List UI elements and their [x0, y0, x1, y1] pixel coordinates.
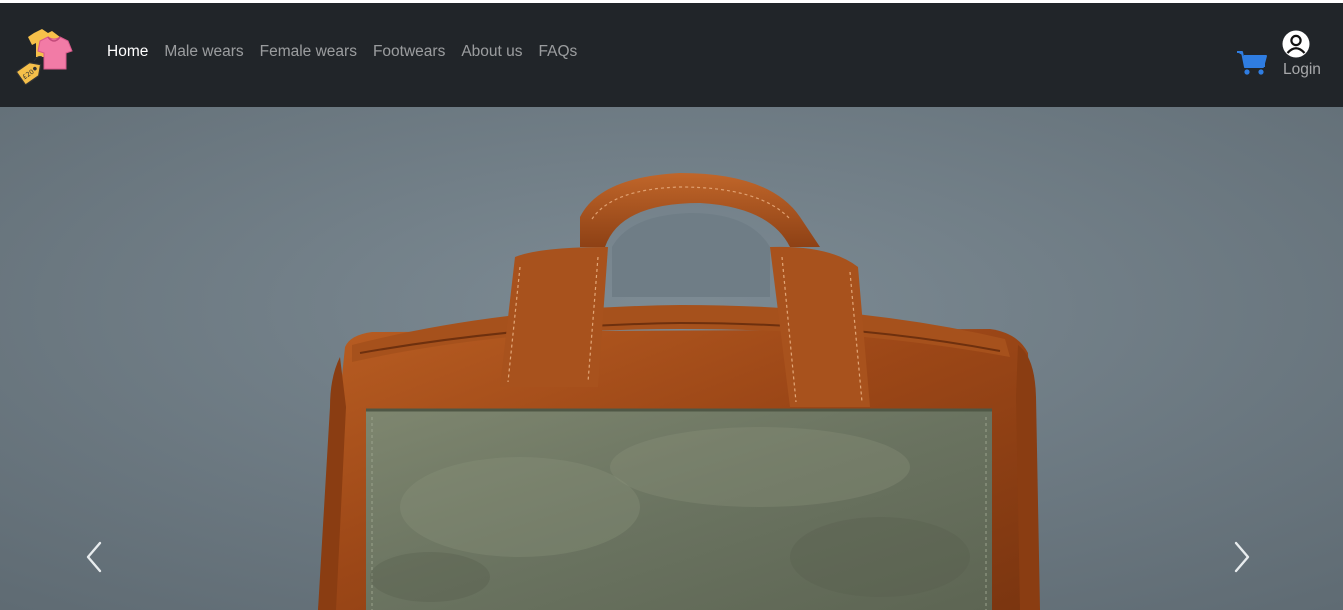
- chevron-left-icon: [86, 541, 102, 573]
- cart-button[interactable]: [1236, 49, 1268, 77]
- nav-link-faqs[interactable]: FAQs: [539, 43, 578, 61]
- nav-link-female-wears[interactable]: Female wears: [260, 43, 357, 61]
- brand-logo[interactable]: £20: [12, 27, 74, 86]
- nav-link-about-us[interactable]: About us: [461, 43, 522, 61]
- chevron-right-icon: [1234, 541, 1250, 573]
- clothing-tag-logo-icon: £20: [15, 29, 73, 86]
- carousel-next-button[interactable]: [1226, 537, 1256, 577]
- login-label: Login: [1283, 61, 1321, 78]
- nav-link-male-wears[interactable]: Male wears: [164, 43, 243, 61]
- hero-carousel: [0, 107, 1343, 610]
- nav-link-footwears[interactable]: Footwears: [373, 43, 445, 61]
- navbar: £20 Home Male wears Female wears Footwears A…: [0, 3, 1343, 107]
- user-avatar-icon: [1282, 30, 1310, 58]
- carousel-prev-button[interactable]: [80, 537, 110, 577]
- leather-bag-photo: [0, 107, 1343, 610]
- nav-link-home[interactable]: Home: [107, 43, 148, 61]
- login-button[interactable]: Login: [1281, 28, 1325, 82]
- main-nav: Home Male wears Female wears Footwears About…: [107, 43, 577, 61]
- page: £20 Home Male wears Female wears Footwears A…: [0, 0, 1343, 610]
- shopping-cart-icon: [1237, 51, 1267, 75]
